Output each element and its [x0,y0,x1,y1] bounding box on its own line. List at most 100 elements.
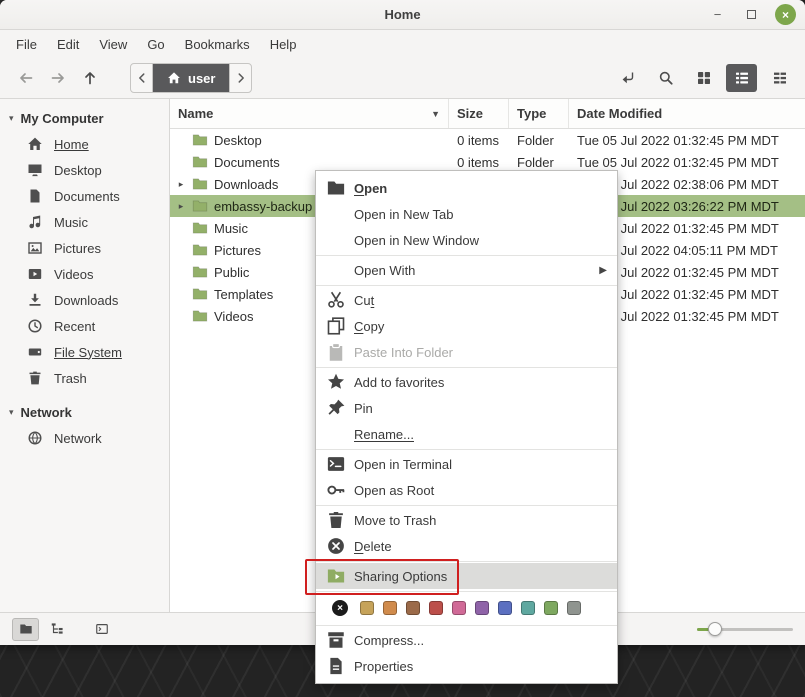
toolbar: user [0,58,805,99]
folder-color-swatch-8[interactable] [544,601,558,615]
clear-folder-color-button[interactable]: × [332,600,348,616]
folder-icon [192,308,208,324]
name-cell: Documents [170,154,449,170]
compact-view-button[interactable] [764,64,795,92]
folder-icon [192,264,208,280]
menu-item-pin[interactable]: Pin [316,395,617,421]
menubar-item-help[interactable]: Help [260,33,307,56]
sidebar-item-recent[interactable]: Recent [0,313,169,339]
menubar-item-edit[interactable]: Edit [47,33,89,56]
close-button[interactable]: × [775,4,796,25]
breadcrumb-scroll-right-button[interactable] [229,64,251,92]
menu-item-properties[interactable]: Properties [316,653,617,679]
chevron-left-icon [135,71,149,85]
minimize-button[interactable]: − [707,4,728,25]
sidebar-item-label: File System [54,345,122,360]
places-pane-toggle[interactable] [12,618,39,641]
menu-item-label: Sharing Options [354,569,447,584]
videos-icon [27,266,43,282]
column-header-name[interactable]: Name▼ [170,99,449,128]
breadcrumb-scroll-left-button[interactable] [131,64,153,92]
column-header-date-modified[interactable]: Date Modified [569,99,805,128]
column-header-label: Date Modified [577,106,662,121]
sidebar-item-pictures[interactable]: Pictures [0,235,169,261]
menu-item-cut[interactable]: Cut [316,287,617,313]
sidebar-item-label: Network [54,431,102,446]
zoom-slider[interactable] [697,619,793,639]
sidebar-item-desktop[interactable]: Desktop [0,157,169,183]
copy-icon [326,316,346,336]
menu-item-rename[interactable]: Rename... [316,421,617,447]
desktop-icon [27,162,43,178]
folder-color-swatch-4[interactable] [452,601,466,615]
sidebar-item-network[interactable]: Network [0,425,169,451]
folder-color-swatch-0[interactable] [360,601,374,615]
column-header-type[interactable]: Type [509,99,569,128]
breadcrumb-segment-user[interactable]: user [153,64,229,92]
menu-item-open[interactable]: Open [316,175,617,201]
menu-item-sharing-options[interactable]: Sharing Options [316,563,617,589]
folder-color-swatch-7[interactable] [521,601,535,615]
menubar-item-go[interactable]: Go [137,33,174,56]
treeview-pane-toggle[interactable] [43,618,70,641]
column-header-size[interactable]: Size [449,99,509,128]
menu-item-open-as-root[interactable]: Open as Root [316,477,617,503]
file-name: Documents [214,155,280,170]
sidebar-section-header[interactable]: ▾My Computer [0,105,169,131]
menu-item-label: Cut [354,293,374,308]
sidebar-item-file-system[interactable]: File System [0,339,169,365]
sidebar-item-trash[interactable]: Trash [0,365,169,391]
terminal-pane-toggle[interactable] [88,618,115,641]
menu-item-delete[interactable]: Delete [316,533,617,559]
zoom-slider-handle[interactable] [708,622,722,636]
icon-view-icon [696,70,712,86]
maximize-button[interactable] [741,4,762,25]
folder-color-swatch-2[interactable] [406,601,420,615]
up-button[interactable] [74,63,106,93]
menu-item-copy[interactable]: Copy [316,313,617,339]
sidebar-item-music[interactable]: Music [0,209,169,235]
home-icon [167,71,181,85]
menubar-item-file[interactable]: File [6,33,47,56]
icon-view-button[interactable] [688,64,719,92]
menu-item-add-to-favorites[interactable]: Add to favorites [316,369,617,395]
sidebar-item-videos[interactable]: Videos [0,261,169,287]
menu-separator [316,255,617,256]
folder-color-swatch-3[interactable] [429,601,443,615]
menu-item-compress[interactable]: Compress... [316,627,617,653]
menu-item-label: Properties [354,659,413,674]
maximize-icon [747,10,756,19]
folder-color-swatch-6[interactable] [498,601,512,615]
folder-color-swatch-1[interactable] [383,601,397,615]
column-header-label: Size [457,106,483,121]
menu-item-open-in-terminal[interactable]: Open in Terminal [316,451,617,477]
row-expander-icon[interactable]: ▸ [176,201,186,212]
back-icon [18,70,34,86]
list-view-button[interactable] [726,64,757,92]
type-cell: Folder [509,133,569,148]
menu-item-open-in-new-window[interactable]: Open in New Window [316,227,617,253]
back-button[interactable] [10,63,42,93]
menubar-item-view[interactable]: View [89,33,137,56]
folder-color-swatch-9[interactable] [567,601,581,615]
menubar-item-bookmarks[interactable]: Bookmarks [175,33,260,56]
menu-item-open-in-new-tab[interactable]: Open in New Tab [316,201,617,227]
documents-icon [27,188,43,204]
sidebar-item-documents[interactable]: Documents [0,183,169,209]
folder-color-swatch-5[interactable] [475,601,489,615]
titlebar[interactable]: Home − × [0,0,805,30]
file-row-desktop[interactable]: Desktop0 itemsFolderTue 05 Jul 2022 01:3… [170,129,805,151]
sidebar-item-home[interactable]: Home [0,131,169,157]
toggle-location-entry-button[interactable] [612,64,643,92]
row-expander-icon[interactable]: ▸ [176,179,186,190]
menu-item-open-with[interactable]: Open With▶ [316,257,617,283]
folder-icon [192,154,208,170]
sidebar-item-label: Documents [54,189,120,204]
sidebar-item-downloads[interactable]: Downloads [0,287,169,313]
forward-icon [50,70,66,86]
search-button[interactable] [650,64,681,92]
menu-item-move-to-trash[interactable]: Move to Trash [316,507,617,533]
sidebar-section-header[interactable]: ▾Network [0,399,169,425]
forward-button[interactable] [42,63,74,93]
file-name: Videos [214,309,254,324]
